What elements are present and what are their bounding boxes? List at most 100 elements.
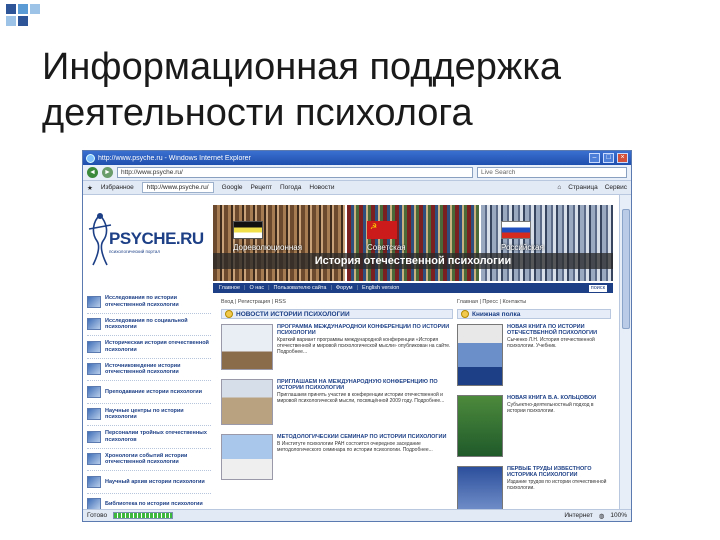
imperial-flag-icon (233, 221, 263, 239)
book-cover (457, 466, 503, 511)
banner-panel-prerevolution[interactable]: Дореволюционная (213, 205, 345, 281)
globe-icon: ◍ (598, 512, 605, 520)
book-text: Издание трудов по истории отечественной … (507, 479, 607, 491)
news-text: В Институте психологии РАН состоится оче… (277, 441, 433, 453)
slide-title-line: деятельности психолога (42, 92, 473, 134)
address-input[interactable]: http://www.psyche.ru/ (117, 167, 473, 178)
security-zone: Интернет (564, 512, 593, 519)
zoom-level[interactable]: 100% (610, 512, 627, 519)
nav-item[interactable]: Форум (336, 285, 353, 291)
site-logo[interactable]: PSYCHE.RU психологический портал (87, 209, 211, 271)
window-title: http://www.psyche.ru - Windows Internet … (98, 154, 251, 162)
news-body: МЕТОДОЛОГИЧЕСКИЙ СЕМИНАР ПО ИСТОРИИ ПСИХ… (277, 434, 453, 484)
slide-corner-decoration (0, 0, 50, 40)
book-cover (457, 324, 503, 386)
news-text: Краткий вариант программы международной … (277, 337, 451, 355)
menu-item[interactable]: Персоналии тройных отечественных психоло… (87, 426, 211, 449)
status-text: Готово (87, 512, 108, 519)
slide-title: Информационная поддержка деятельности пс… (42, 44, 682, 136)
scrollbar-thumb[interactable] (622, 209, 630, 329)
menu-item[interactable]: Научные центры по истории психологии (87, 404, 211, 426)
news-title[interactable]: ПРИГЛАШАЕМ НА МЕЖДУНАРОДНУЮ КОНФЕРЕНЦИЮ … (277, 379, 453, 391)
load-progress-bar (113, 512, 174, 519)
deco-square (18, 16, 28, 26)
deco-square (18, 4, 28, 14)
command-bar: ⌂ Страница Сервис (557, 184, 627, 191)
banner-panel-soviet[interactable]: Советская (347, 205, 479, 281)
news-thumbnail (221, 379, 273, 425)
menu-thumbnail-icon (87, 340, 101, 353)
news-title[interactable]: ПРОГРАММА МЕЖДУНАРОДНОЙ КОНФЕРЕНЦИИ ПО И… (277, 324, 453, 336)
tools-menu[interactable]: Сервис (605, 184, 627, 191)
menu-item[interactable]: Историческая история отечественной психо… (87, 336, 211, 359)
deco-square (30, 4, 40, 14)
news-thumbnail (221, 324, 273, 370)
menu-thumbnail-icon (87, 475, 101, 488)
book-item[interactable]: ПЕРВЫЕ ТРУДЫ ИЗВЕСТНОГО ИСТОРИКА ПСИХОЛО… (457, 466, 611, 511)
site-search-button[interactable]: поиск (588, 284, 607, 292)
history-banner: Дореволюционная Советская Российская (213, 205, 613, 281)
book-title[interactable]: ПЕРВЫЕ ТРУДЫ ИЗВЕСТНОГО ИСТОРИКА ПСИХОЛО… (507, 466, 611, 478)
link-item[interactable]: Google (222, 184, 243, 191)
vertical-scrollbar[interactable] (619, 195, 631, 511)
page-menu[interactable]: Страница (568, 184, 597, 191)
section-bullet-icon (461, 310, 469, 318)
news-item[interactable]: ПРИГЛАШАЕМ НА МЕЖДУНАРОДНУЮ КОНФЕРЕНЦИЮ … (221, 379, 453, 429)
menu-thumbnail-icon (87, 385, 101, 398)
nav-item[interactable]: Главное (219, 285, 240, 291)
close-button[interactable]: × (617, 153, 628, 163)
news-item[interactable]: МЕТОДОЛОГИЧЕСКИЙ СЕМИНАР ПО ИСТОРИИ ПСИХ… (221, 434, 453, 484)
search-input[interactable]: Live Search (477, 167, 627, 178)
book-body: ПЕРВЫЕ ТРУДЫ ИЗВЕСТНОГО ИСТОРИКА ПСИХОЛО… (507, 466, 611, 511)
link-item[interactable]: Погода (280, 184, 301, 191)
link-item[interactable]: Избранное (101, 184, 134, 191)
news-meta[interactable]: Вход | Регистрация | RSS (221, 299, 453, 306)
banner-panel-label: Дореволюционная (233, 243, 303, 252)
book-item[interactable]: НОВАЯ КНИГА В.А. КОЛЬЦОВОЙ Субъектно-дея… (457, 395, 611, 461)
news-thumbnail (221, 434, 273, 480)
maximize-button[interactable]: □ (603, 153, 614, 163)
nav-item[interactable]: English version (362, 285, 399, 291)
site-tagline: психологический портал (109, 249, 160, 254)
menu-item[interactable]: Исследования по истории отечественной пс… (87, 291, 211, 314)
window-titlebar: http://www.psyche.ru - Windows Internet … (83, 151, 631, 165)
nav-item[interactable]: Пользователю сайта (274, 285, 327, 291)
banner-panel-russian[interactable]: Российская (481, 205, 613, 281)
menu-item[interactable]: Преподавание истории психологии (87, 381, 211, 404)
news-item[interactable]: ПРОГРАММА МЕЖДУНАРОДНОЙ КОНФЕРЕНЦИИ ПО И… (221, 324, 453, 374)
book-title[interactable]: НОВАЯ КНИГА ПО ИСТОРИИ ОТЕЧЕСТВЕННОЙ ПСИ… (507, 324, 611, 336)
address-bar: ◄ ► http://www.psyche.ru/ Live Search (83, 165, 631, 181)
menu-item[interactable]: Научный архив истории психологии (87, 471, 211, 494)
news-heading-label: НОВОСТИ ИСТОРИИ ПСИХОЛОГИИ (236, 310, 350, 318)
menu-thumbnail-icon (87, 453, 101, 466)
books-section-heading: Книжная полка (457, 309, 611, 319)
site-brand: PSYCHE.RU (109, 229, 204, 248)
banner-title: История отечественной психологии (213, 253, 613, 269)
menu-item-label: Исследования по социальной психологии (105, 317, 188, 331)
russian-flag-icon (501, 221, 531, 239)
book-body: НОВАЯ КНИГА В.А. КОЛЬЦОВОЙ Субъектно-дея… (507, 395, 611, 461)
menu-item[interactable]: Источниковедение истории отечественной п… (87, 359, 211, 381)
favorites-star-icon[interactable]: ★ (87, 184, 93, 192)
home-icon[interactable]: ⌂ (557, 184, 561, 191)
back-arrow-icon[interactable]: ◄ (87, 167, 98, 178)
news-body: ПРИГЛАШАЕМ НА МЕЖДУНАРОДНУЮ КОНФЕРЕНЦИЮ … (277, 379, 453, 429)
menu-item[interactable]: Хронологии событий истории отечественной… (87, 449, 211, 471)
browser-tab[interactable]: http://www.psyche.ru/ (141, 182, 214, 193)
book-text: Субъектно-деятельностный подход в истори… (507, 402, 594, 414)
book-title[interactable]: НОВАЯ КНИГА В.А. КОЛЬЦОВОЙ (507, 395, 611, 401)
menu-item[interactable]: Исследования по социальной психологии (87, 314, 211, 336)
minimize-button[interactable]: – (589, 153, 600, 163)
news-body: ПРОГРАММА МЕЖДУНАРОДНОЙ КОНФЕРЕНЦИИ ПО И… (277, 324, 453, 374)
news-title[interactable]: МЕТОДОЛОГИЧЕСКИЙ СЕМИНАР ПО ИСТОРИИ ПСИХ… (277, 434, 453, 440)
forward-arrow-icon[interactable]: ► (102, 167, 113, 178)
link-item[interactable]: Новости (309, 184, 334, 191)
nav-item[interactable]: О нас (249, 285, 264, 291)
link-item[interactable]: Рецепт (251, 184, 272, 191)
slide-title-line: Информационная поддержка (42, 46, 561, 88)
menu-thumbnail-icon (87, 408, 101, 421)
banner-panel-label: Советская (367, 243, 406, 252)
books-heading-label: Книжная полка (472, 310, 521, 318)
books-meta[interactable]: Главная | Пресс | Контакты (457, 299, 611, 306)
book-item[interactable]: НОВАЯ КНИГА ПО ИСТОРИИ ОТЕЧЕСТВЕННОЙ ПСИ… (457, 324, 611, 390)
